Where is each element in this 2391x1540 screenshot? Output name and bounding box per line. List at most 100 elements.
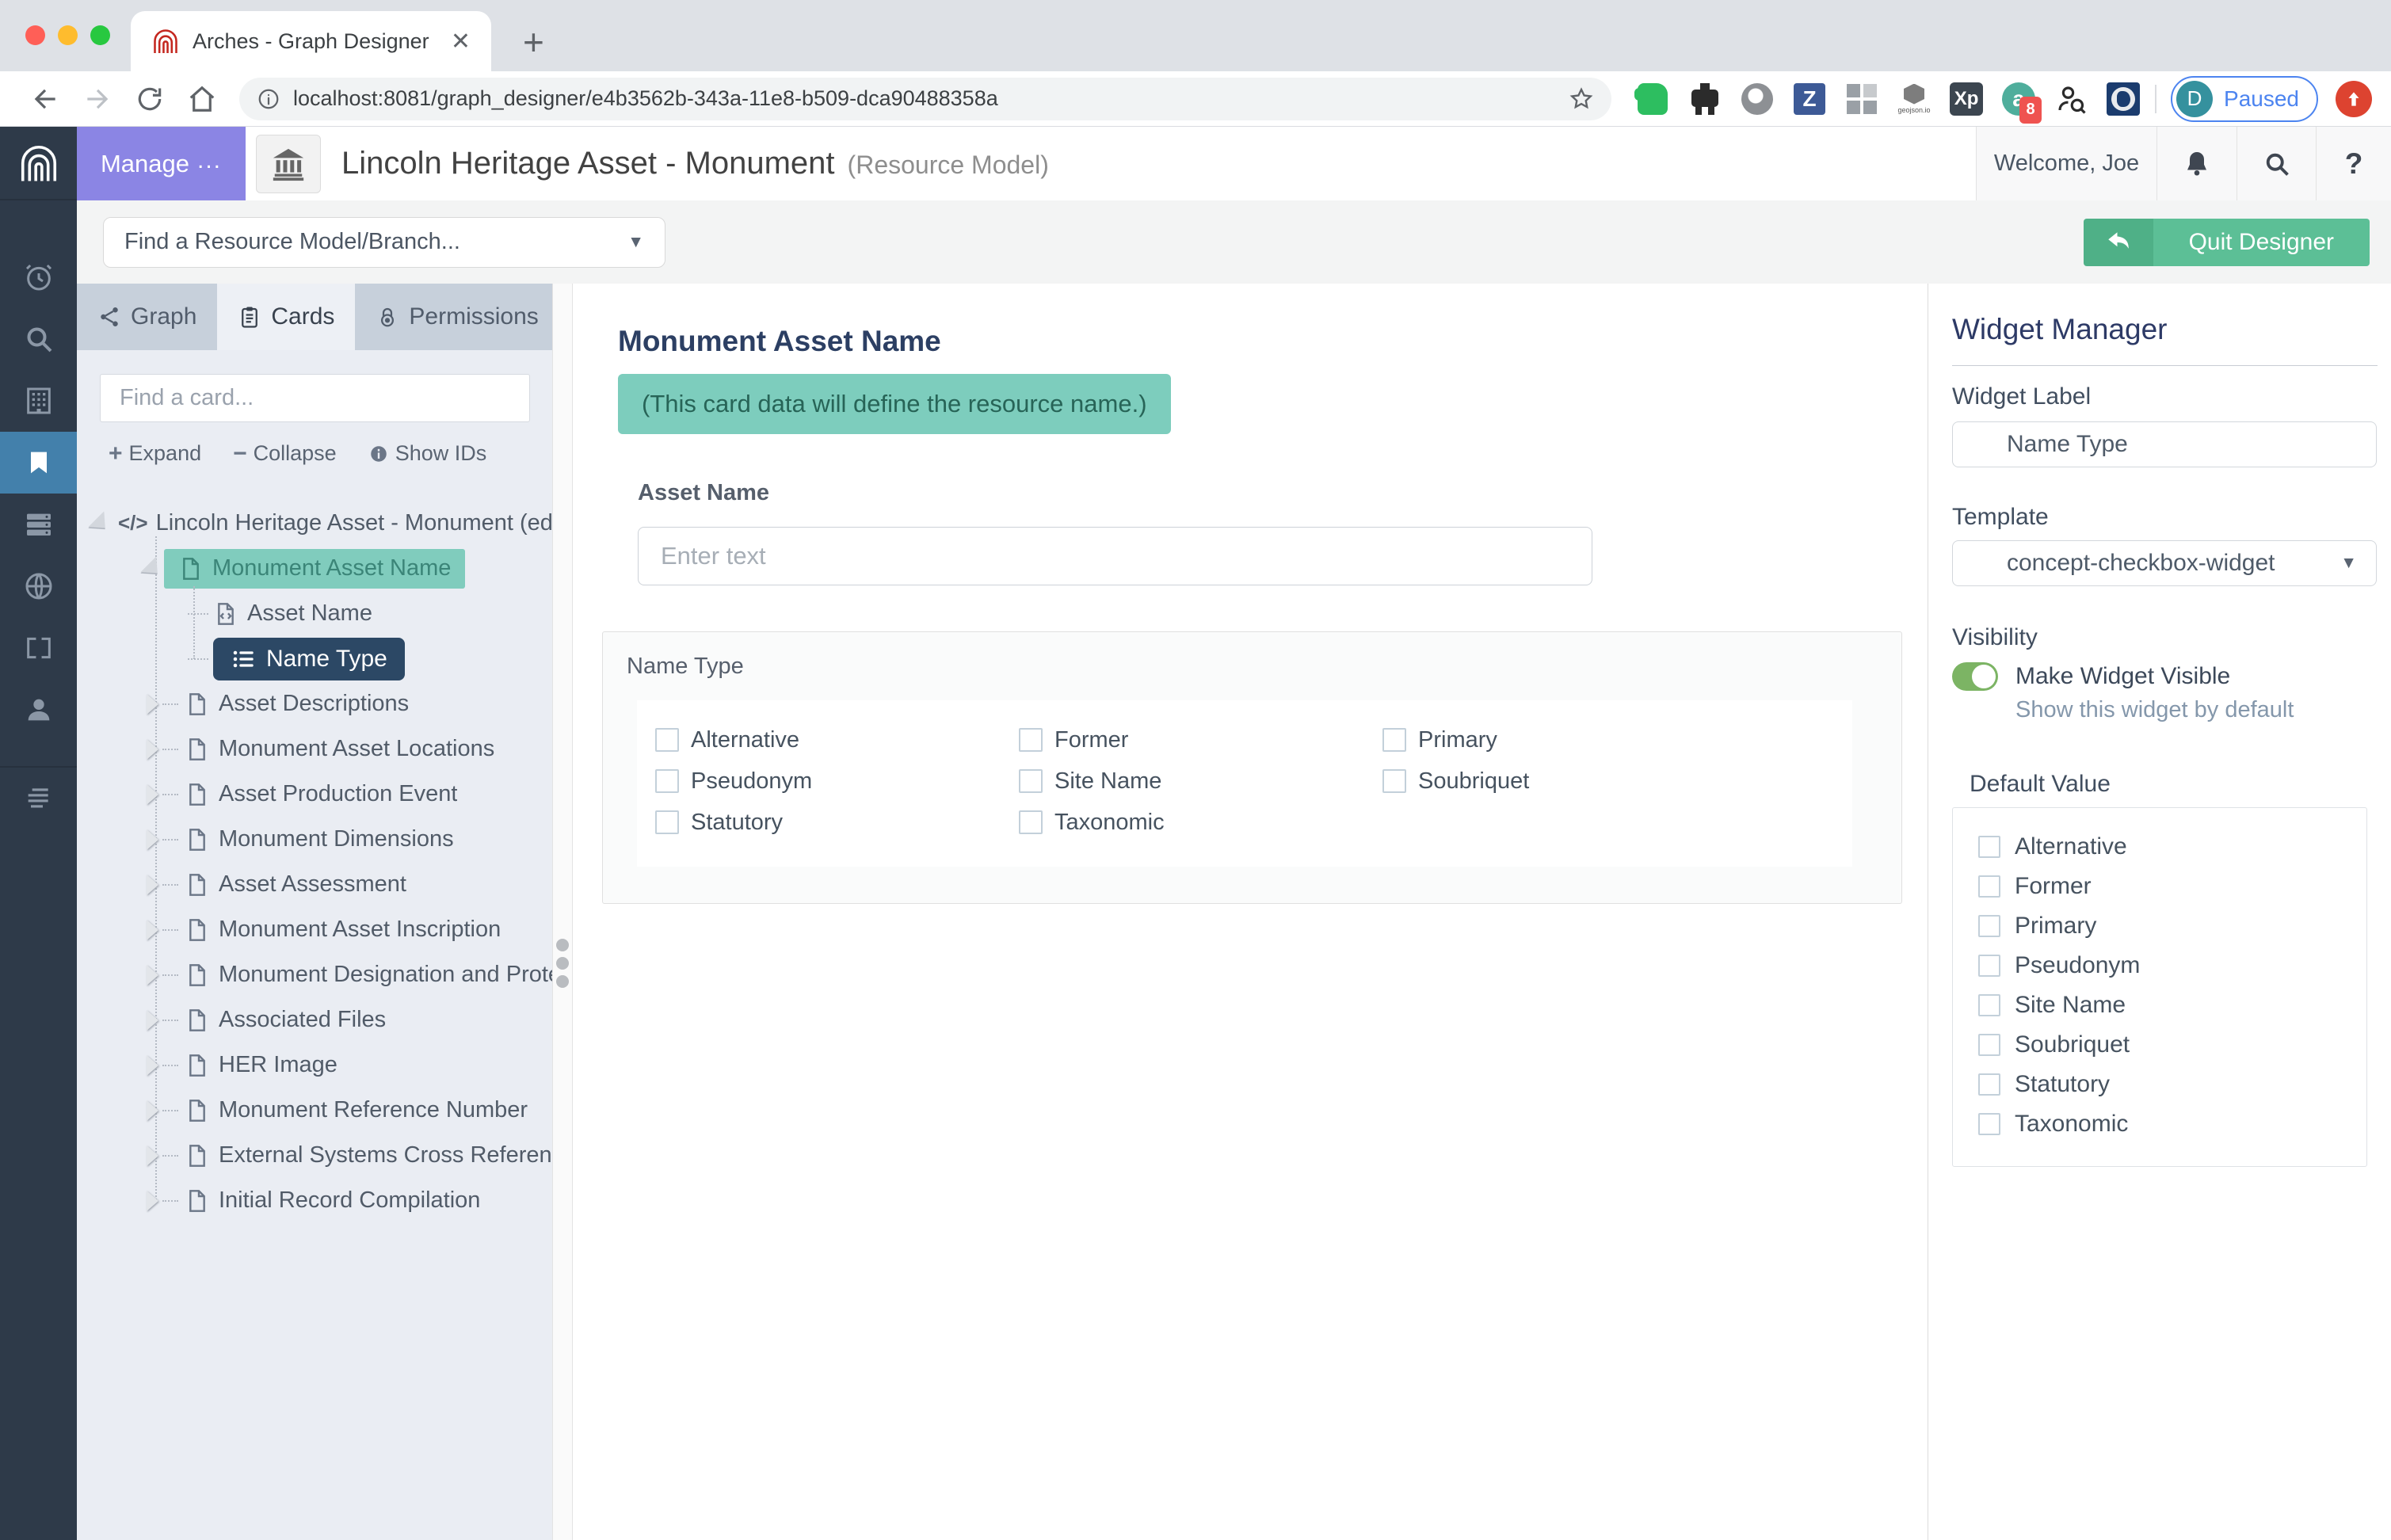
checkbox-option[interactable]: Pseudonym <box>1978 946 2366 985</box>
manage-button[interactable]: Manage ... <box>77 127 246 200</box>
new-tab-button[interactable]: + <box>523 24 544 60</box>
template-select[interactable]: concept-checkbox-widget ▼ <box>1952 540 2377 586</box>
notifications-button[interactable] <box>2156 127 2237 200</box>
tree-toggle-closed-icon[interactable] <box>147 1009 158 1031</box>
arches-logo-icon[interactable] <box>0 127 77 200</box>
circle-extension-icon[interactable] <box>1740 82 1775 116</box>
tree-toggle-closed-icon[interactable] <box>147 1190 158 1211</box>
welcome-user-menu[interactable]: Welcome, Joe <box>1976 127 2156 200</box>
a-extension-icon[interactable]: a8 <box>2001 82 2042 124</box>
visibility-toggle[interactable] <box>1952 662 1998 691</box>
tree-toggle-closed-icon[interactable] <box>147 1100 158 1121</box>
checkbox-icon[interactable] <box>655 728 679 752</box>
checkbox-option[interactable]: Primary <box>1382 727 1746 753</box>
tree-node[interactable]: Monument Asset Locations <box>77 726 552 772</box>
tree-toggle-closed-icon[interactable] <box>147 738 158 760</box>
show-ids-button[interactable]: Show IDs <box>368 441 486 466</box>
tree-node[interactable]: HER Image <box>77 1043 552 1088</box>
checkbox-icon[interactable] <box>1019 728 1043 752</box>
tab-graph[interactable]: Graph <box>77 284 217 350</box>
checkbox-option[interactable]: Site Name <box>1019 768 1382 794</box>
checkbox-icon[interactable] <box>655 810 679 834</box>
bookmark-star-icon[interactable] <box>1569 86 1594 112</box>
update-icon[interactable] <box>2336 80 2372 117</box>
tree-node[interactable]: Asset Production Event <box>77 772 552 817</box>
checkbox-option[interactable]: Taxonomic <box>1019 810 1382 835</box>
checkbox-icon[interactable] <box>1978 1073 2000 1096</box>
back-icon[interactable] <box>30 84 60 114</box>
grid-extension-icon[interactable] <box>1844 82 1879 116</box>
checkbox-icon[interactable] <box>1978 994 2000 1016</box>
tree-node[interactable]: Asset Assessment <box>77 862 552 907</box>
tree-node[interactable]: Asset Descriptions <box>77 681 552 726</box>
expand-all-button[interactable]: + Expand <box>109 441 201 466</box>
widget-label-input[interactable] <box>1952 421 2377 467</box>
tab-close-icon[interactable]: ✕ <box>451 28 471 55</box>
checkbox-icon[interactable] <box>1978 836 2000 858</box>
zotero-extension-icon[interactable]: Z <box>1792 82 1827 116</box>
window-minimize-button[interactable] <box>58 25 78 45</box>
asset-name-input[interactable] <box>638 527 1592 585</box>
tree-node[interactable]: Monument Asset Inscription <box>77 907 552 952</box>
xpath-extension-icon[interactable]: Xp <box>1949 82 1984 116</box>
url-bar[interactable]: localhost:8081/graph_designer/e4b3562b-3… <box>239 77 1612 120</box>
map-card-nav-icon[interactable] <box>0 617 77 679</box>
tree-node[interactable]: Monument Reference Number <box>77 1088 552 1133</box>
panel-resize-divider[interactable] <box>552 284 573 1540</box>
checkbox-icon[interactable] <box>1978 875 2000 898</box>
globe-nav-icon[interactable] <box>0 555 77 617</box>
window-close-button[interactable] <box>25 25 45 45</box>
tree-node[interactable]: Monument Dimensions <box>77 817 552 862</box>
evernote-extension-icon[interactable] <box>1634 82 1670 116</box>
checkbox-option[interactable]: Former <box>1019 727 1382 753</box>
home-icon[interactable] <box>187 84 217 114</box>
checkbox-option[interactable]: Statutory <box>1978 1065 2366 1104</box>
browser-tab[interactable]: Arches - Graph Designer ✕ <box>131 11 491 71</box>
checkbox-icon[interactable] <box>1382 728 1406 752</box>
forward-icon[interactable] <box>82 84 112 114</box>
url-text[interactable]: localhost:8081/graph_designer/e4b3562b-3… <box>293 86 1569 111</box>
checkbox-icon[interactable] <box>1978 1113 2000 1135</box>
checkbox-option[interactable]: Soubriquet <box>1978 1025 2366 1065</box>
tree-node[interactable]: External Systems Cross Reference <box>77 1133 552 1178</box>
tree-toggle-closed-icon[interactable] <box>147 1145 158 1166</box>
checkbox-option[interactable]: Statutory <box>655 810 1019 835</box>
selector-extension-icon[interactable] <box>2054 82 2088 116</box>
menu-nav-icon[interactable] <box>0 766 77 828</box>
window-zoom-button[interactable] <box>90 25 110 45</box>
card-search-input[interactable] <box>100 374 530 422</box>
drag-grip-icon[interactable] <box>556 939 569 988</box>
collapse-all-button[interactable]: − Collapse <box>233 441 337 466</box>
tree-node[interactable]: Associated Files <box>77 997 552 1043</box>
graph-designer-nav-icon[interactable] <box>0 432 77 494</box>
help-button[interactable]: ? <box>2316 127 2391 200</box>
checkbox-option[interactable]: Alternative <box>655 727 1019 753</box>
tree-toggle-closed-icon[interactable] <box>147 1054 158 1076</box>
window-controls[interactable] <box>25 25 110 45</box>
tab-cards[interactable]: Cards <box>217 284 356 350</box>
recent-activity-icon[interactable] <box>0 246 77 308</box>
tab-permissions[interactable]: Permissions <box>355 284 552 350</box>
tree-toggle-closed-icon[interactable] <box>147 964 158 985</box>
checkbox-option[interactable]: Taxonomic <box>1978 1104 2366 1144</box>
checkbox-icon[interactable] <box>1019 810 1043 834</box>
tree-node-selected-card[interactable]: Monument Asset Name <box>77 546 552 591</box>
tree-toggle-closed-icon[interactable] <box>147 829 158 850</box>
checkbox-option[interactable]: Site Name <box>1978 985 2366 1025</box>
profile-nav-icon[interactable] <box>0 679 77 741</box>
checkbox-icon[interactable] <box>655 769 679 793</box>
building-nav-icon[interactable] <box>0 370 77 432</box>
globe-extension-icon[interactable] <box>2106 82 2141 116</box>
checkbox-icon[interactable] <box>1019 769 1043 793</box>
checkbox-option[interactable]: Soubriquet <box>1382 768 1746 794</box>
tree-root-node[interactable]: </> Lincoln Heritage Asset - Monument (e… <box>77 501 552 546</box>
reload-icon[interactable] <box>135 84 165 114</box>
tree-node[interactable]: Monument Designation and Protectio <box>77 952 552 997</box>
checkbox-option[interactable]: Primary <box>1978 906 2366 946</box>
robot-extension-icon[interactable] <box>1687 82 1722 116</box>
checkbox-option[interactable]: Pseudonym <box>655 768 1019 794</box>
checkbox-option[interactable]: Alternative <box>1978 827 2366 867</box>
tree-node[interactable]: Asset Name <box>77 591 552 636</box>
checkbox-icon[interactable] <box>1382 769 1406 793</box>
search-nav-icon[interactable] <box>0 308 77 370</box>
